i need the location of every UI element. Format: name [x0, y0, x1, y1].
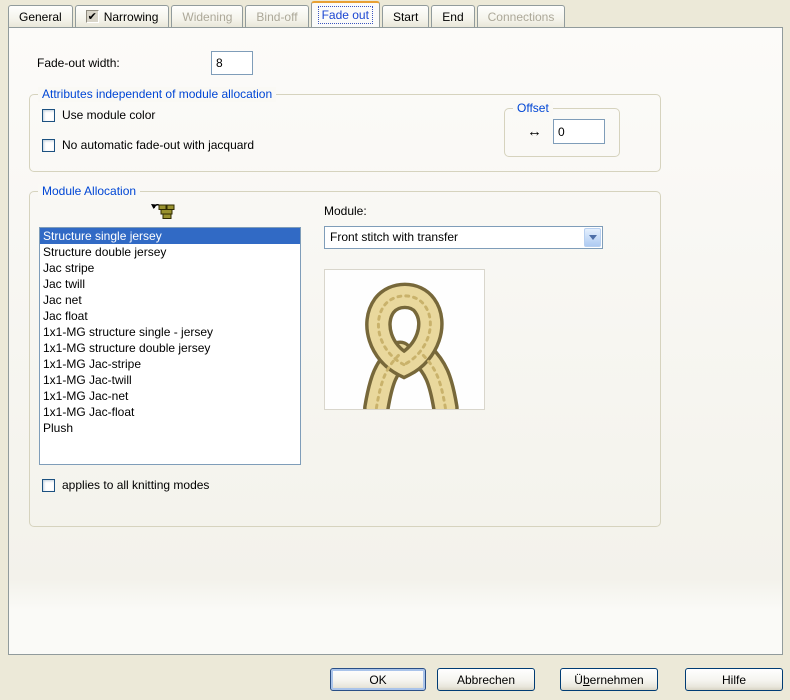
module-allocation-group-title: Module Allocation [38, 184, 140, 199]
tab-widening: Widening [171, 5, 243, 27]
list-item[interactable]: 1x1-MG Jac-twill [40, 372, 300, 388]
offset-group-title: Offset [513, 101, 553, 116]
help-button[interactable]: Hilfe [685, 668, 783, 691]
attributes-group: Attributes independent of module allocat… [29, 94, 661, 172]
checkmark-icon: ✔ [86, 10, 99, 23]
tab-start[interactable]: Start [382, 5, 429, 27]
list-item[interactable]: Jac float [40, 308, 300, 324]
no-auto-fadeout-checkbox[interactable] [42, 139, 55, 152]
module-label: Module: [324, 204, 367, 218]
module-list[interactable]: Structure single jerseyStructure double … [39, 227, 301, 465]
list-item[interactable]: 1x1-MG Jac-net [40, 388, 300, 404]
offset-input[interactable] [553, 119, 605, 144]
tab-connections: Connections [477, 5, 566, 27]
no-auto-fadeout-label: No automatic fade-out with jacquard [62, 138, 254, 152]
stitch-settings-dialog: General ✔ Narrowing Widening Bind-off Fa… [0, 0, 790, 700]
list-item[interactable]: Plush [40, 420, 300, 436]
tab-general[interactable]: General [8, 5, 73, 27]
module-preview-image [324, 269, 485, 410]
fade-out-width-input[interactable] [211, 51, 253, 75]
applies-all-modes-checkbox[interactable] [42, 479, 55, 492]
tab-fade-out-label: Fade out [318, 6, 373, 24]
list-item[interactable]: Structure single jersey [40, 228, 300, 244]
applies-all-modes-label: applies to all knitting modes [62, 478, 209, 492]
combo-dropdown-button[interactable] [584, 228, 601, 247]
knit-stitch-drawing [325, 270, 484, 409]
module-combobox-value: Front stitch with transfer [330, 230, 458, 244]
offset-group: Offset ↔ [504, 108, 620, 157]
module-bricks-icon [150, 200, 178, 220]
list-item[interactable]: Structure double jersey [40, 244, 300, 260]
apply-button[interactable]: Übernehmen [560, 668, 658, 691]
chevron-down-icon [589, 235, 597, 240]
tab-fade-out[interactable]: Fade out [311, 1, 380, 27]
apply-label-post: ernehmen [590, 673, 644, 687]
fade-out-tab-page: Fade-out width: Attributes independent o… [8, 27, 783, 655]
tab-end[interactable]: End [431, 5, 474, 27]
attributes-group-title: Attributes independent of module allocat… [38, 87, 276, 102]
ok-button[interactable]: OK [330, 668, 426, 691]
cancel-button[interactable]: Abbrechen [437, 668, 535, 691]
list-item[interactable]: Jac net [40, 292, 300, 308]
use-module-color-checkbox[interactable] [42, 109, 55, 122]
list-item[interactable]: Jac twill [40, 276, 300, 292]
tab-bind-off: Bind-off [245, 5, 308, 27]
tab-narrowing-label: Narrowing [104, 10, 159, 24]
use-module-color-label: Use module color [62, 108, 155, 122]
tab-bar: General ✔ Narrowing Widening Bind-off Fa… [8, 5, 567, 27]
list-item[interactable]: 1x1-MG structure double jersey [40, 340, 300, 356]
module-combobox[interactable]: Front stitch with transfer [324, 226, 603, 249]
fade-out-width-label: Fade-out width: [37, 56, 120, 70]
tab-narrowing[interactable]: ✔ Narrowing [75, 5, 170, 27]
list-item[interactable]: Jac stripe [40, 260, 300, 276]
apply-label-accel: b [583, 673, 590, 687]
apply-label-pre: Ü [574, 673, 583, 687]
list-item[interactable]: 1x1-MG structure single - jersey [40, 324, 300, 340]
module-allocation-group: Module Allocation Structure single jerse… [29, 191, 661, 527]
left-right-arrow-icon: ↔ [527, 125, 542, 139]
list-item[interactable]: 1x1-MG Jac-stripe [40, 356, 300, 372]
list-item[interactable]: 1x1-MG Jac-float [40, 404, 300, 420]
